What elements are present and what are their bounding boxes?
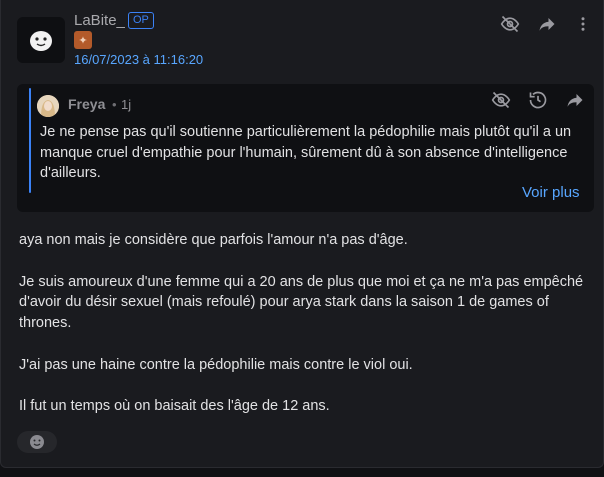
quoted-message: Freya • 1j Je ne pense pas qu'il soutien… [17, 84, 594, 212]
post-paragraph: Je suis amoureux d'une femme qui a 20 an… [19, 273, 584, 332]
quote-author-name[interactable]: Freya [68, 96, 105, 112]
rank-badge-icon: ✦ [74, 31, 92, 49]
hide-icon [500, 15, 520, 33]
op-badge: OP [128, 12, 154, 29]
smiley-face-icon [30, 31, 52, 51]
more-vertical-icon [581, 17, 585, 31]
author-avatar[interactable] [17, 17, 65, 63]
quote-share-button[interactable] [564, 89, 586, 111]
hide-button[interactable] [499, 13, 521, 35]
post-body: aya non mais je considère que parfois l'… [19, 230, 589, 438]
quote-time: 1j [121, 97, 132, 112]
share-icon [567, 94, 583, 107]
add-reaction-icon [30, 435, 44, 449]
post-paragraph: Il fut un temps où on baisait des l'âge … [19, 398, 330, 415]
post-paragraph: J'ai pas une haine contre la pédophilie … [19, 356, 413, 373]
portrait-icon [37, 95, 59, 117]
hide-icon [491, 91, 511, 109]
share-button[interactable] [536, 13, 558, 35]
add-reaction-button[interactable] [17, 431, 57, 453]
quote-text: Je ne pense pas qu'il soutienne particul… [40, 124, 572, 181]
post-timestamp[interactable]: 16/07/2023 à 11:16:20 [74, 52, 203, 67]
quote-separator: • [112, 97, 117, 112]
quote-author-avatar[interactable] [37, 95, 59, 117]
quote-accent-bar [29, 88, 31, 193]
quote-history-button[interactable] [527, 89, 549, 111]
quote-hide-button[interactable] [490, 89, 512, 111]
more-options-button[interactable] [572, 13, 594, 35]
post-paragraph: aya non mais je considère que parfois l'… [19, 232, 408, 248]
see-more-link[interactable]: Voir plus [522, 184, 580, 201]
history-icon [529, 91, 547, 109]
author-name[interactable]: LaBite_ [74, 12, 125, 29]
share-icon [539, 18, 555, 31]
post-card: LaBite_ OP ✦ 16/07/2023 à 11:16:20 Freya [0, 0, 604, 468]
